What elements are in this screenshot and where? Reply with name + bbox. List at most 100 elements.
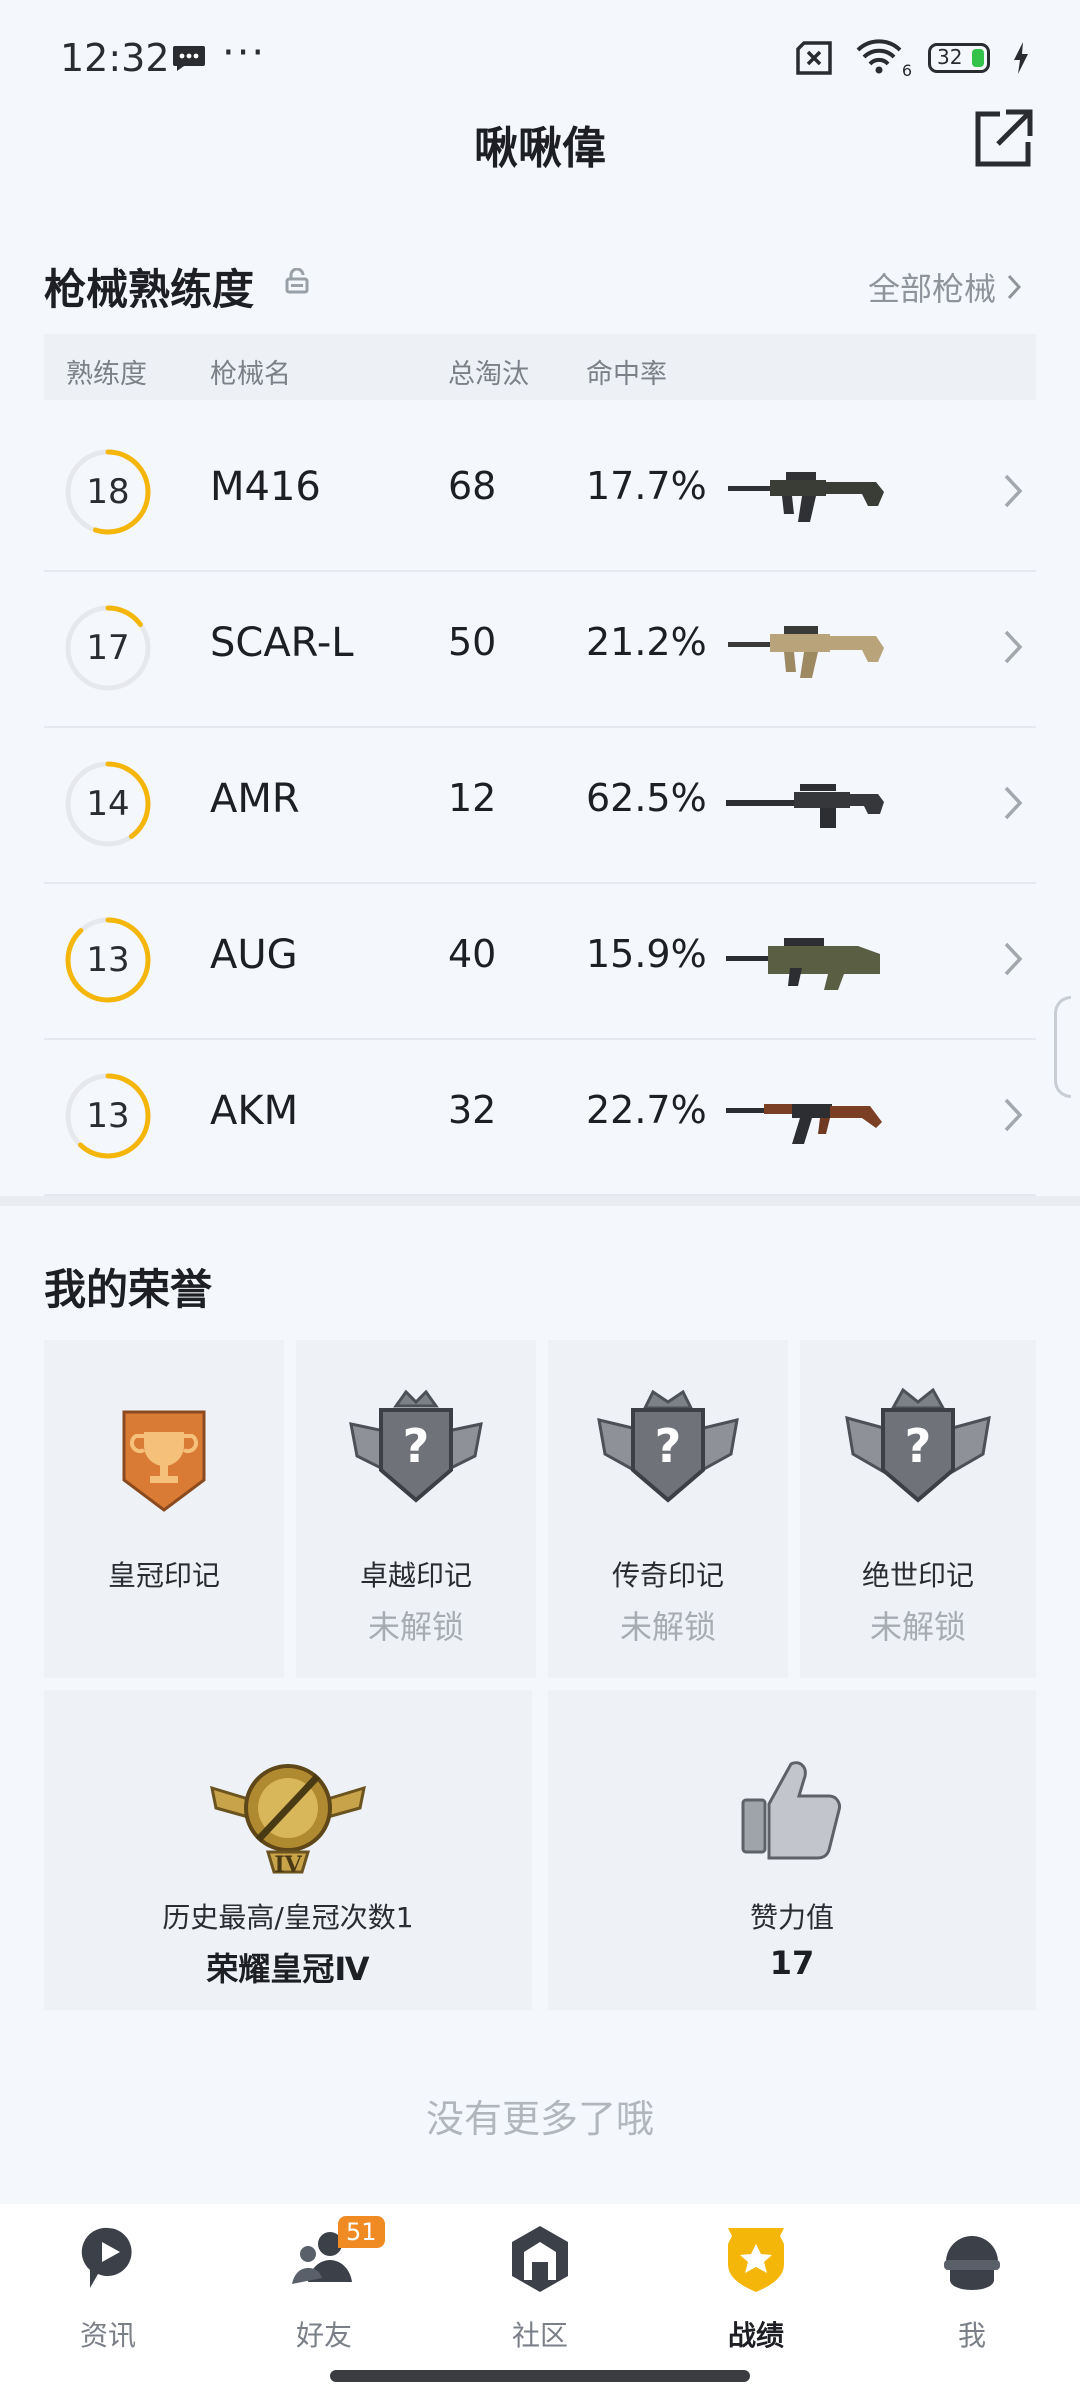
locked-mark-icon: ? [845, 1387, 991, 1503]
proficiency-level: 18 [86, 472, 130, 512]
thumbs-up-icon [741, 1761, 841, 1860]
honor-name: 传奇印记 [611, 1559, 724, 1592]
weapon-kills: 40 [448, 932, 497, 976]
honor-status: 未解锁 [869, 1608, 966, 1646]
svg-text:?: ? [905, 1419, 932, 1473]
nav-label: 好友 [295, 2319, 352, 2352]
battery-icon: 32 [928, 43, 990, 73]
share-button[interactable] [972, 108, 1034, 170]
no-more-text: 没有更多了哦 [425, 2097, 654, 2141]
message-icon [173, 46, 205, 71]
col-total-kills: 总淘汰 [448, 359, 529, 390]
proficiency-ring: 14 [64, 760, 152, 848]
battery-percent: 32 [937, 45, 963, 69]
proficiency-level: 13 [86, 940, 130, 980]
rifle-amr-icon [726, 784, 884, 828]
weapon-name: AUG [210, 932, 298, 978]
nav-tab-record[interactable]: 战绩 [676, 2222, 836, 2372]
all-weapons-link[interactable]: 全部枪械 [868, 264, 1022, 310]
crown-mark-trophy-icon [122, 1410, 206, 1512]
honor-card-legend-mark[interactable]: ? 传奇印记 未解锁 [548, 1340, 788, 1678]
nav-tab-friends[interactable]: 51 好友 [244, 2216, 404, 2372]
crown-rank-emblem-icon: IV [210, 1764, 366, 1878]
weapon-hit-rate: 62.5% [586, 776, 707, 820]
svg-text:?: ? [403, 1419, 430, 1473]
status-time: 12:32 [60, 36, 170, 80]
weapon-name: AKM [210, 1088, 299, 1134]
nav-label: 我 [957, 2319, 986, 2352]
proficiency-ring: 13 [64, 1072, 152, 1160]
honor-card-peerless-mark[interactable]: ? 绝世印记 未解锁 [800, 1340, 1036, 1678]
svg-text:?: ? [655, 1419, 682, 1473]
record-icon [728, 2228, 784, 2292]
nav-tab-me[interactable]: 我 [892, 2222, 1052, 2372]
lock-icon [285, 268, 309, 294]
weapon-kills: 32 [448, 1088, 497, 1132]
section-divider [0, 1196, 1080, 1206]
honors-section-title: 我的荣誉 [44, 1265, 213, 1314]
honor-status: 未解锁 [367, 1608, 464, 1646]
rank-value: 荣耀皇冠Ⅳ [206, 1950, 370, 1988]
status-more-dots: ··· [222, 30, 267, 76]
weapon-table-header: 熟练度 枪械名 总淘汰 命中率 [44, 334, 1036, 400]
rank-emblem-numeral: IV [274, 1852, 302, 1878]
wifi-icon: 6 [856, 38, 912, 80]
weapon-hit-rate: 21.2% [586, 620, 707, 664]
chevron-right-icon [1004, 942, 1023, 976]
community-icon [512, 2226, 568, 2292]
nav-tab-community[interactable]: 社区 [460, 2222, 620, 2372]
rifle-akm-icon [726, 1104, 882, 1144]
nav-label: 资讯 [79, 2319, 136, 2352]
weapon-row-amr[interactable]: 14 AMR 12 62.5% [44, 726, 1036, 884]
weapon-name: M416 [210, 464, 321, 510]
weapon-row-aug[interactable]: 13 AUG 40 15.9% [44, 882, 1036, 1040]
nav-tab-news[interactable]: 资讯 [28, 2222, 188, 2372]
nav-label: 社区 [511, 2319, 568, 2352]
honor-card-crown-mark[interactable]: 皇冠印记 [44, 1340, 284, 1678]
news-icon [81, 2227, 132, 2288]
weapon-name: AMR [210, 776, 300, 822]
all-weapons-label: 全部枪械 [867, 270, 996, 308]
likes-label: 赞力值 [749, 1901, 834, 1934]
weapon-row-akm[interactable]: 13 AKM 32 22.7% [44, 1038, 1036, 1196]
proficiency-level: 17 [86, 628, 130, 668]
home-indicator[interactable] [330, 2370, 750, 2382]
honor-name: 绝世印记 [861, 1559, 974, 1592]
rifle-scar-l-icon [728, 626, 884, 678]
likes-value: 17 [769, 1944, 815, 1982]
locked-mark-icon: ? [349, 1389, 483, 1503]
chevron-right-icon [1004, 474, 1023, 508]
col-weapon-name: 枪械名 [210, 359, 291, 390]
weapon-row-m416[interactable]: 18 M416 68 17.7% [44, 414, 1036, 572]
honor-card-excellence-mark[interactable]: ? 卓越印记 未解锁 [296, 1340, 536, 1678]
proficiency-level: 14 [86, 784, 130, 824]
likes-card[interactable]: 赞力值 17 [548, 1690, 1036, 2010]
rifle-m416-icon [728, 472, 884, 522]
sim-off-icon [796, 41, 832, 75]
weapon-section-title: 枪械熟练度 [44, 265, 255, 314]
col-hit-rate: 命中率 [586, 359, 667, 390]
wifi-sub-label: 6 [901, 61, 912, 80]
chevron-right-icon [1004, 786, 1023, 820]
weapon-hit-rate: 17.7% [586, 464, 707, 508]
weapon-hit-rate: 22.7% [586, 1088, 707, 1132]
page-title: 啾啾偉 [474, 123, 606, 174]
honor-name: 卓越印记 [359, 1559, 472, 1592]
proficiency-ring: 13 [64, 916, 152, 1004]
proficiency-level: 13 [86, 1096, 130, 1136]
rank-card[interactable]: IV 历史最高/皇冠次数1 荣耀皇冠Ⅳ [44, 1690, 532, 2010]
edge-handle[interactable] [1054, 996, 1071, 1098]
chevron-right-icon [1007, 274, 1022, 300]
col-proficiency: 熟练度 [66, 359, 147, 390]
weapon-hit-rate: 15.9% [586, 932, 707, 976]
rank-label: 历史最高/皇冠次数1 [162, 1901, 414, 1934]
weapon-kills: 68 [448, 464, 497, 508]
weapon-row-scar-l[interactable]: 17 SCAR-L 50 21.2% [44, 570, 1036, 728]
chevron-right-icon [1004, 630, 1023, 664]
weapon-name: SCAR-L [210, 620, 354, 666]
status-bar: 12:32 ··· 6 32 [0, 0, 1080, 120]
friends-badge: 51 [338, 2216, 385, 2248]
me-icon [944, 2236, 1000, 2290]
chevron-right-icon [1004, 1098, 1023, 1132]
rifle-aug-icon [726, 938, 880, 990]
